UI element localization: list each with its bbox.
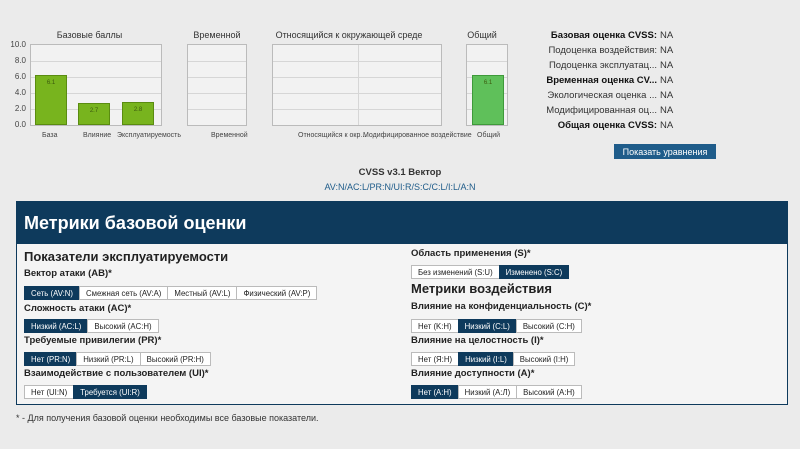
option-i-2[interactable]: Высокий (I:H): [512, 352, 576, 366]
score-row-exploitability: Подоценка эксплуатац... NA: [470, 58, 675, 73]
option-pr-2[interactable]: Высокий (PR:H): [139, 352, 211, 366]
option-c-2[interactable]: Высокий (C:H): [515, 319, 582, 333]
y-tick: 2.0: [14, 104, 26, 113]
score-row-modified-impact: Модифицированная оц... NA: [470, 103, 675, 118]
option-c-0[interactable]: Нет (K:H): [411, 319, 459, 333]
option-i-1[interactable]: Низкий (I:L): [458, 352, 514, 366]
confidentiality-label: Влияние на конфиденциальность (C)*: [411, 301, 592, 312]
chart-title-environmental: Относящийся к окружающей среде: [275, 30, 423, 40]
score-row-impact: Подоценка воздействия: NA: [470, 43, 675, 58]
option-a-0[interactable]: Нет (A:H): [411, 385, 459, 399]
score-label: Подоценка воздействия:: [548, 45, 657, 56]
option-ui-1[interactable]: Требуется (UI:R): [73, 385, 147, 399]
score-label: Временная оценка CV...: [546, 75, 657, 86]
option-ac-1[interactable]: Высокий (AC:H): [87, 319, 159, 333]
x-tick: Общий: [477, 132, 501, 139]
confidentiality-group: Нет (K:H) Низкий (C:L) Высокий (C:H): [411, 319, 582, 333]
bar-value-label: 2.7: [89, 108, 99, 114]
score-row-temporal: Временная оценка CV... NA: [470, 73, 675, 88]
option-i-0[interactable]: Нет (Я:H): [411, 352, 460, 366]
score-row-environmental: Экологическая оценка ... NA: [470, 88, 675, 103]
chart-title-temporal: Временной: [193, 30, 241, 40]
score-label: Базовая оценка CVSS:: [550, 30, 657, 41]
footnote: * - Для получения базовой оценки необход…: [16, 413, 319, 423]
option-ui-0[interactable]: Нет (UI:N): [24, 385, 75, 399]
score-panel: Базовая оценка CVSS: NA Подоценка воздейс…: [470, 28, 675, 133]
option-c-1[interactable]: Низкий (C:L): [457, 319, 517, 333]
y-tick: 10.0: [10, 40, 26, 49]
x-tick: Временной: [211, 132, 248, 139]
attack-complexity-group: Низкий (AC:L) Высокий (AC:H): [24, 319, 159, 333]
user-interaction-label: Взаимодействие с пользователем (UI)*: [24, 368, 209, 379]
bar-impact: 2.7: [78, 103, 110, 125]
attack-vector-label: Вектор атаки (AB)*: [24, 268, 112, 279]
x-tick: База: [42, 132, 58, 139]
availability-label: Влияние доступности (A)*: [411, 368, 535, 379]
option-a-2[interactable]: Высокий (A:H): [516, 385, 582, 399]
plot-environmental: [272, 44, 442, 126]
y-tick: 6.0: [14, 72, 26, 81]
attack-complexity-label: Сложность атаки (AC)*: [24, 303, 132, 314]
option-a-1[interactable]: Низкий (A:Л): [457, 385, 518, 399]
score-value: NA: [660, 75, 674, 86]
option-av-1[interactable]: Смежная сеть (AV:A): [79, 286, 169, 300]
option-ac-0[interactable]: Низкий (AC:L): [24, 319, 89, 333]
score-row-base: Базовая оценка CVSS: NA: [470, 28, 675, 43]
metrics-title: Метрики базовой оценки: [17, 202, 787, 244]
bar-exploitability: 2.8: [122, 102, 154, 125]
bar-value-label: 2.8: [133, 107, 143, 113]
plot-base: 6.1 2.7 2.8: [30, 44, 162, 126]
score-value: NA: [660, 90, 674, 101]
score-value: NA: [660, 30, 674, 41]
x-tick: Влияние: [83, 132, 112, 139]
impact-heading: Метрики воздействия: [411, 281, 552, 296]
bar-base: 6.1: [35, 75, 67, 125]
score-label: Экологическая оценка ...: [547, 90, 657, 101]
x-tick: Модифицированное воздействие: [363, 132, 472, 139]
option-s-0[interactable]: Без изменений (S:U): [411, 265, 500, 279]
show-equations-button[interactable]: Показать уравнения: [614, 144, 716, 159]
option-pr-0[interactable]: Нет (PR:N): [24, 352, 78, 366]
y-tick: 0.0: [14, 120, 26, 129]
scope-group: Без изменений (S:U) Изменено (S:C): [411, 265, 570, 279]
x-tick: Эксплуатируемость: [117, 132, 182, 139]
option-av-3[interactable]: Физический (AV:P): [236, 286, 318, 300]
bar-value-label: 6.1: [46, 80, 56, 86]
chart-title-base: Базовые баллы: [56, 30, 123, 40]
y-tick: 8.0: [14, 56, 26, 65]
score-value: NA: [660, 120, 674, 131]
exploitability-heading: Показатели эксплуатируемости: [24, 249, 229, 264]
score-label: Модифицированная оц...: [546, 105, 657, 116]
x-tick: Относящийся к окр...: [298, 132, 367, 139]
score-label: Общая оценка CVSS:: [557, 120, 657, 131]
base-metrics-panel: Метрики базовой оценки Показатели эксплу…: [16, 201, 788, 405]
user-interaction-group: Нет (UI:N) Требуется (UI:R): [24, 385, 147, 399]
score-label: Подоценка эксплуатац...: [548, 60, 657, 71]
scope-label: Область применения (S)*: [411, 248, 531, 259]
option-av-2[interactable]: Местный (AV:L): [167, 286, 238, 300]
score-value: NA: [660, 105, 674, 116]
option-s-1[interactable]: Изменено (S:C): [498, 265, 570, 279]
availability-group: Нет (A:H) Низкий (A:Л) Высокий (A:H): [411, 385, 582, 399]
privileges-required-label: Требуемые привилегии (PR)*: [24, 335, 162, 346]
score-value: NA: [660, 45, 674, 56]
score-row-overall: Общая оценка CVSS: NA: [470, 118, 675, 133]
attack-vector-group: Сеть (AV:N) Смежная сеть (AV:A) Местный (A…: [24, 286, 318, 300]
y-tick: 4.0: [14, 88, 26, 97]
integrity-group: Нет (Я:H) Низкий (I:L) Высокий (I:H): [411, 352, 576, 366]
score-value: NA: [660, 60, 674, 71]
option-av-0[interactable]: Сеть (AV:N): [24, 286, 81, 300]
integrity-label: Влияние на целостность (I)*: [411, 335, 544, 346]
vector-title: CVSS v3.1 Вектор: [358, 167, 442, 178]
vector-string-link[interactable]: AV:N/AC:L/PR:N/UI:R/S:C/C:L/I:L/A:N: [0, 182, 800, 192]
option-pr-1[interactable]: Низкий (PR:L): [76, 352, 141, 366]
plot-temporal: [187, 44, 247, 126]
privileges-required-group: Нет (PR:N) Низкий (PR:L) Высокий (PR:H): [24, 352, 211, 366]
